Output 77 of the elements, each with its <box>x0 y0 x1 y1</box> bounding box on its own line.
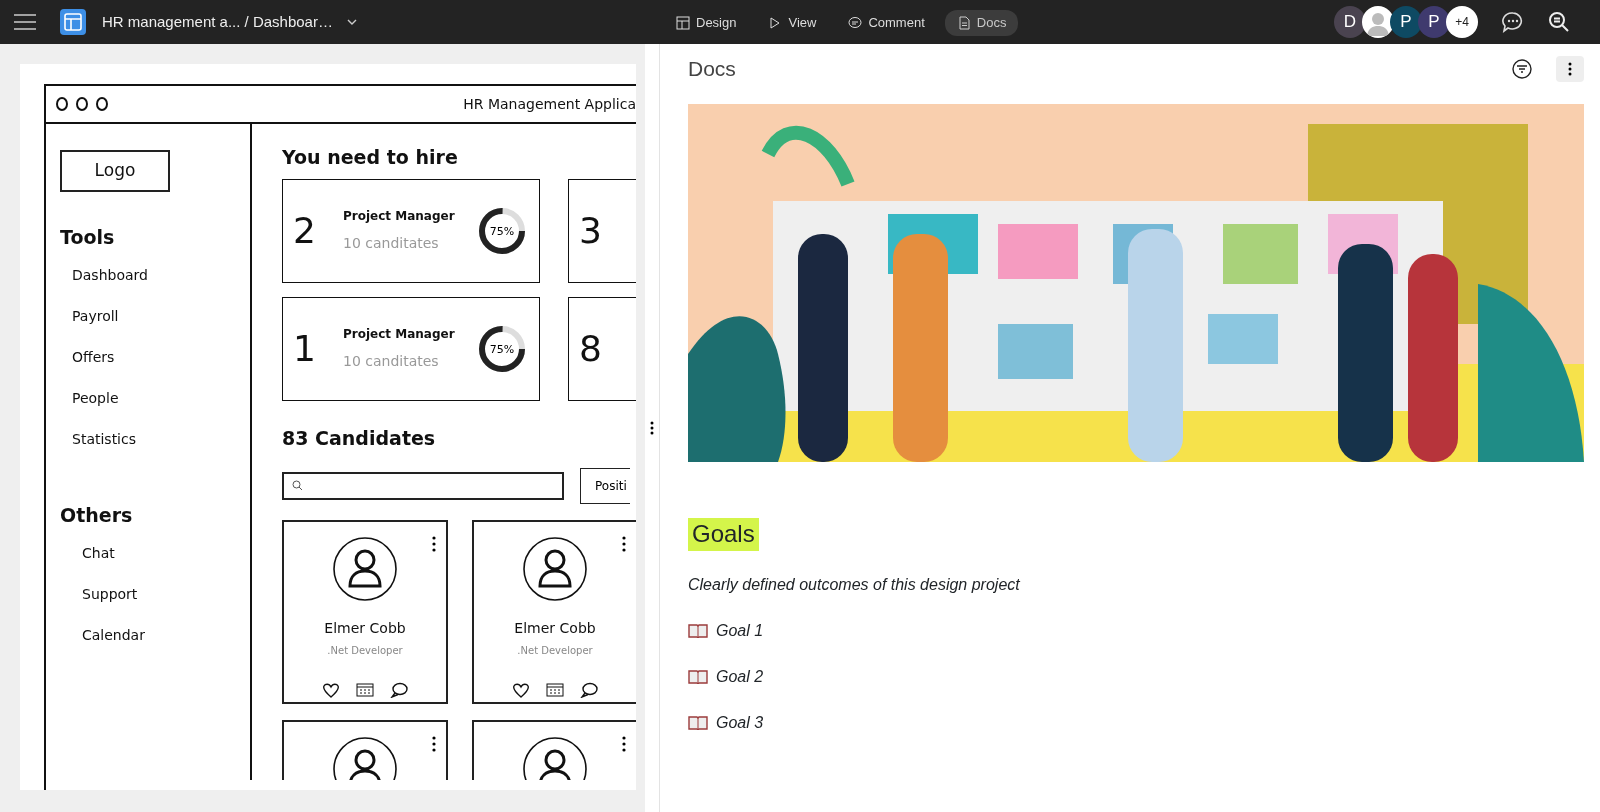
book-icon <box>688 623 708 639</box>
logo: Logo <box>60 150 170 192</box>
more-button[interactable] <box>1556 56 1584 82</box>
section-heading: You need to hire <box>282 146 459 169</box>
sidebar-item[interactable]: Dashboard <box>72 264 250 286</box>
book-icon <box>688 715 708 731</box>
avatar-icon <box>522 735 588 780</box>
candidate-name: Elmer Cobb <box>514 618 596 638</box>
window-control-icon[interactable] <box>56 97 68 111</box>
job-count: 8 <box>579 326 603 371</box>
tab[interactable]: Design <box>664 10 749 36</box>
app-icon[interactable] <box>60 9 86 35</box>
candidate-role: .Net Developer <box>517 643 593 658</box>
more-icon[interactable] <box>432 735 436 752</box>
sidebar-item[interactable]: People <box>72 387 250 409</box>
calendar-icon[interactable] <box>356 682 374 697</box>
avatar-icon <box>332 735 398 780</box>
section-heading: 83 Candidates <box>282 426 437 450</box>
tab[interactable]: Comment <box>836 10 937 36</box>
search-field[interactable] <box>282 471 564 500</box>
candidate-name: Elmer Cobb <box>324 618 406 638</box>
comments-icon[interactable] <box>1502 11 1524 33</box>
sidebar-item[interactable]: Statistics <box>72 428 250 450</box>
menu-icon[interactable] <box>14 14 36 30</box>
job-title: Project Manager <box>343 326 455 344</box>
section-heading: Others <box>60 503 134 527</box>
tab[interactable]: Docs <box>944 10 1019 36</box>
book-icon <box>688 669 708 685</box>
layout-icon <box>676 15 690 30</box>
document-icon <box>956 15 971 30</box>
search-icon <box>292 480 303 492</box>
goal-item: Goal 1 <box>716 620 764 641</box>
candidate-role: .Net Developer <box>327 643 403 658</box>
calendar-icon[interactable] <box>546 682 564 697</box>
filter-icon[interactable] <box>1512 59 1532 79</box>
avatar-icon <box>522 535 588 602</box>
comment-icon <box>848 15 863 30</box>
user-avatar[interactable]: P <box>1418 6 1450 38</box>
search-icon[interactable] <box>1548 11 1570 33</box>
job-count: 3 <box>579 208 603 253</box>
panel-title: Docs <box>688 56 736 82</box>
job-title: Project Manager <box>343 208 455 226</box>
window-control-icon[interactable] <box>76 97 88 111</box>
heart-icon[interactable] <box>322 681 340 698</box>
tab[interactable]: View <box>756 10 829 36</box>
more-icon[interactable] <box>622 735 626 752</box>
user-avatar[interactable]: +4 <box>1446 6 1478 38</box>
user-avatar[interactable] <box>1362 6 1394 38</box>
candidate-count: 10 canditates <box>343 234 440 254</box>
sidebar-item[interactable]: Payroll <box>72 305 250 327</box>
window-control-icon[interactable] <box>96 97 108 111</box>
sidebar-item[interactable]: Offers <box>72 346 250 368</box>
sidebar-item[interactable]: Support <box>82 583 250 605</box>
more-icon <box>1568 62 1572 76</box>
heart-icon[interactable] <box>512 681 530 698</box>
position-filter-button[interactable]: Positi <box>580 467 630 504</box>
job-count: 2 <box>293 208 317 253</box>
chevron-down-icon[interactable] <box>346 19 357 25</box>
goals-description: Clearly defined outcomes of this design project <box>688 574 1021 595</box>
sidebar-item[interactable]: Chat <box>82 542 250 564</box>
user-avatar[interactable]: P <box>1390 6 1422 38</box>
more-icon[interactable] <box>432 535 436 552</box>
goal-item: Goal 2 <box>716 666 764 687</box>
more-icon[interactable] <box>622 535 626 552</box>
candidate-count: 10 canditates <box>343 352 440 372</box>
window-title: HR Management Applica <box>463 94 636 114</box>
drag-handle-icon <box>650 421 654 435</box>
user-avatar[interactable]: D <box>1334 6 1366 38</box>
file-title[interactable]: HR management a... / Dashboar… <box>102 10 333 34</box>
chat-icon[interactable] <box>580 681 598 698</box>
section-heading: Tools <box>60 226 116 249</box>
sidebar-item[interactable]: Calendar <box>82 624 250 646</box>
avatar-icon <box>332 535 398 602</box>
goals-heading: Goals <box>688 518 759 551</box>
job-count: 1 <box>293 326 317 371</box>
chat-icon[interactable] <box>390 681 408 698</box>
goal-item: Goal 3 <box>716 712 764 733</box>
